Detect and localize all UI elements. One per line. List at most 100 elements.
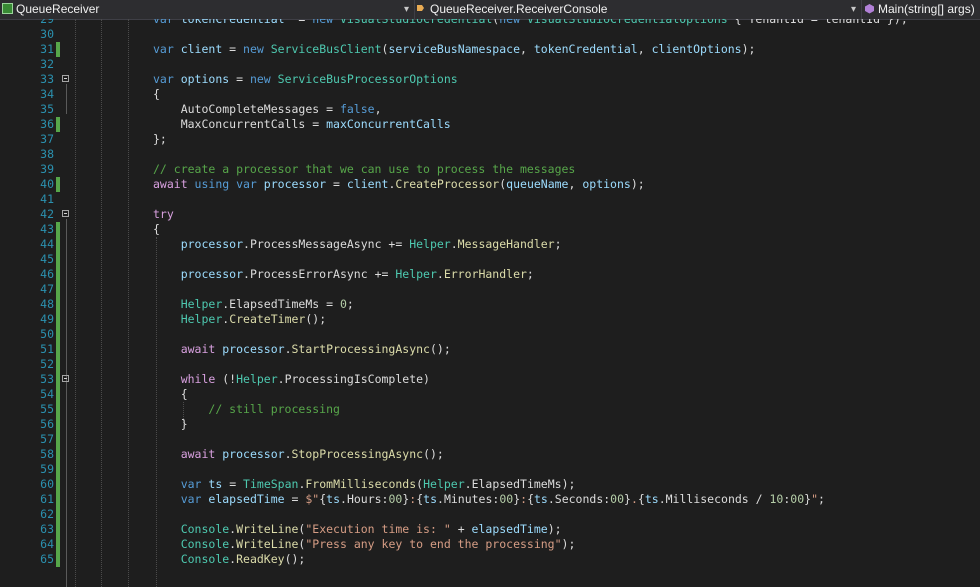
code-token: var bbox=[153, 42, 181, 56]
code-line[interactable]: 49 Helper.CreateTimer(); bbox=[0, 312, 980, 327]
code-line[interactable]: 56 } bbox=[0, 417, 980, 432]
code-line[interactable]: 42 try bbox=[0, 207, 980, 222]
code-line[interactable]: 30 bbox=[0, 27, 980, 42]
code-line[interactable]: 55 // still processing bbox=[0, 402, 980, 417]
code-line[interactable]: 65 Console.ReadKey(); bbox=[0, 552, 980, 567]
code-token: new bbox=[499, 19, 527, 26]
code-token: .Milliseconds / bbox=[658, 492, 770, 506]
collapse-icon[interactable] bbox=[62, 210, 69, 217]
code-token: StopProcessingAsync bbox=[291, 447, 424, 461]
line-number: 37 bbox=[40, 132, 54, 146]
code-token: , bbox=[374, 102, 382, 116]
type-dropdown[interactable]: QueueReceiver.ReceiverConsole bbox=[416, 0, 854, 19]
code-line[interactable]: 47 bbox=[0, 282, 980, 297]
code-line[interactable]: 61 var elapsedTime = $"{ts.Hours:00}:{ts… bbox=[0, 492, 980, 507]
code-token: new bbox=[249, 72, 278, 86]
code-text: await processor.StopProcessingAsync(); bbox=[153, 447, 444, 462]
code-token: 00 bbox=[790, 492, 805, 506]
change-marker bbox=[56, 282, 60, 297]
code-line[interactable]: 57 bbox=[0, 432, 980, 447]
code-line[interactable]: 33 var options = new ServiceBusProcessorO… bbox=[0, 72, 980, 87]
code-line[interactable]: 48 Helper.ElapsedTimeMs = 0; bbox=[0, 297, 980, 312]
code-token: ); bbox=[547, 522, 562, 536]
code-token: .ProcessingIsComplete) bbox=[277, 372, 430, 386]
line-number: 56 bbox=[40, 417, 54, 431]
code-line[interactable]: 54 { bbox=[0, 387, 980, 402]
code-line[interactable]: 51 await processor.StartProcessingAsync(… bbox=[0, 342, 980, 357]
line-number: 34 bbox=[40, 87, 54, 101]
code-line[interactable]: 39 // create a processor that we can use … bbox=[0, 162, 980, 177]
change-marker bbox=[56, 297, 60, 312]
code-text: MaxConcurrentCalls = maxConcurrentCalls bbox=[153, 117, 451, 132]
collapse-icon[interactable] bbox=[62, 375, 69, 382]
code-token: , bbox=[568, 177, 583, 191]
code-token: processor bbox=[180, 237, 244, 251]
code-line[interactable]: 34 { bbox=[0, 87, 980, 102]
line-number: 63 bbox=[40, 522, 54, 536]
code-line[interactable]: 52 bbox=[0, 357, 980, 372]
collapse-icon[interactable] bbox=[62, 75, 69, 82]
code-line[interactable]: 59 bbox=[0, 462, 980, 477]
code-token: ); bbox=[561, 537, 576, 551]
code-line[interactable]: 60 var ts = TimeSpan.FromMilliseconds(He… bbox=[0, 477, 980, 492]
code-token: await bbox=[180, 342, 223, 356]
line-number: 41 bbox=[40, 192, 54, 206]
code-line[interactable]: 53 while (!Helper.ProcessingIsComplete) bbox=[0, 372, 980, 387]
project-name: QueueReceiver bbox=[16, 2, 100, 16]
code-line[interactable]: 46 processor.ProcessErrorAsync += Helper… bbox=[0, 267, 980, 282]
code-token: // create a processor that we can use to… bbox=[153, 162, 576, 176]
code-line[interactable]: 45 bbox=[0, 252, 980, 267]
code-token: 00 bbox=[388, 492, 403, 506]
code-line[interactable]: 63 Console.WriteLine("Execution time is:… bbox=[0, 522, 980, 537]
code-text: // create a processor that we can use to… bbox=[153, 162, 575, 177]
code-line[interactable]: 38 bbox=[0, 147, 980, 162]
code-line[interactable]: 36 MaxConcurrentCalls = maxConcurrentCal… bbox=[0, 117, 980, 132]
code-token: 10 bbox=[769, 492, 784, 506]
code-token: ServiceBusProcessorOptions bbox=[277, 72, 458, 86]
code-line[interactable]: 31 var client = new ServiceBusClient(serv… bbox=[0, 42, 980, 57]
code-token: .Minutes: bbox=[437, 492, 500, 506]
code-line[interactable]: 41 bbox=[0, 192, 980, 207]
code-token: .Seconds: bbox=[547, 492, 611, 506]
code-text: { bbox=[153, 222, 160, 237]
code-token: client bbox=[346, 177, 389, 191]
change-marker bbox=[56, 432, 60, 447]
code-token: ; bbox=[818, 492, 825, 506]
code-token: elapsedTime bbox=[471, 522, 548, 536]
line-number: 48 bbox=[40, 297, 54, 311]
code-token: ts bbox=[534, 492, 548, 506]
code-line[interactable]: 29 var tokenCredential = new VisualStudio… bbox=[0, 19, 980, 27]
project-dropdown[interactable]: QueueReceiver bbox=[2, 0, 414, 19]
code-token: false bbox=[339, 102, 375, 116]
code-line[interactable]: 62 bbox=[0, 507, 980, 522]
code-line[interactable]: 35 AutoCompleteMessages = false, bbox=[0, 102, 980, 117]
code-editor[interactable]: 29 var tokenCredential = new VisualStudio… bbox=[0, 19, 980, 587]
line-number: 54 bbox=[40, 387, 54, 401]
change-marker bbox=[56, 222, 60, 237]
code-token: ts bbox=[423, 492, 438, 506]
line-number: 64 bbox=[40, 537, 54, 551]
code-token: Helper bbox=[409, 237, 451, 251]
code-line[interactable]: 40 await using var processor = client.Cre… bbox=[0, 177, 980, 192]
line-number: 46 bbox=[40, 267, 54, 281]
chevron-down-icon[interactable]: ▾ bbox=[851, 0, 856, 19]
code-token: options bbox=[180, 72, 230, 86]
code-token: ; bbox=[346, 297, 354, 311]
code-line[interactable]: 37}; bbox=[0, 132, 980, 147]
code-line[interactable]: 32 bbox=[0, 57, 980, 72]
code-line[interactable]: 43 { bbox=[0, 222, 980, 237]
code-line[interactable]: 58 await processor.StopProcessingAsync()… bbox=[0, 447, 980, 462]
code-text: await processor.StartProcessingAsync(); bbox=[153, 342, 451, 357]
code-text: Console.WriteLine("Press any key to end … bbox=[153, 537, 576, 552]
member-dropdown[interactable]: Main(string[] args) bbox=[864, 0, 980, 19]
change-marker bbox=[56, 402, 60, 417]
chevron-down-icon[interactable]: ▾ bbox=[404, 0, 409, 19]
code-token: Helper bbox=[236, 372, 278, 386]
code-line[interactable]: 44 processor.ProcessMessageAsync += Help… bbox=[0, 237, 980, 252]
code-line[interactable]: 64 Console.WriteLine("Press any key to e… bbox=[0, 537, 980, 552]
code-line[interactable]: 50 bbox=[0, 327, 980, 342]
code-token: VisualStudioCredential bbox=[339, 19, 493, 26]
